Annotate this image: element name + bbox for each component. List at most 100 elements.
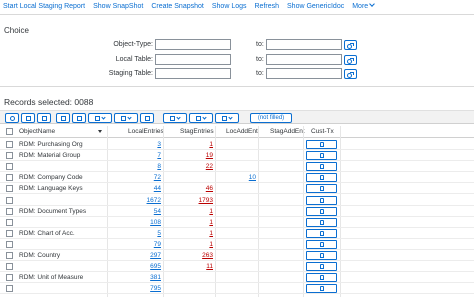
- local-entries-link[interactable]: 44: [108, 183, 161, 194]
- stag-entries-link[interactable]: 22: [164, 161, 213, 172]
- loc-add-ent-link[interactable]: [216, 250, 256, 261]
- object-type-from-input[interactable]: [155, 39, 231, 50]
- row-checkbox[interactable]: [6, 174, 13, 182]
- local-entries-link[interactable]: 381: [108, 272, 161, 283]
- column-header-stagentries[interactable]: StagEntries: [180, 126, 214, 138]
- cust-tx-button[interactable]: [306, 284, 337, 294]
- row-checkbox[interactable]: [6, 274, 13, 282]
- row-checkbox[interactable]: [6, 252, 13, 259]
- cust-tx-button[interactable]: [306, 262, 337, 272]
- select-all-button[interactable]: [21, 113, 35, 123]
- local-entries-link[interactable]: 79: [108, 239, 161, 250]
- row-checkbox[interactable]: [6, 218, 13, 226]
- stag-entries-link[interactable]: 46: [164, 183, 213, 194]
- stag-entries-link[interactable]: 1: [164, 206, 213, 217]
- print-button[interactable]: [163, 113, 187, 123]
- row-checkbox[interactable]: [6, 285, 13, 293]
- table-row[interactable]: RDM: Country 297 263: [0, 250, 474, 261]
- local-entries-link[interactable]: 1672: [108, 195, 161, 206]
- row-checkbox[interactable]: [6, 141, 13, 148]
- sort-descending-button[interactable]: [72, 113, 86, 123]
- select-all-rows-checkbox[interactable]: [6, 128, 13, 135]
- loc-add-ent-link[interactable]: [216, 195, 256, 206]
- table-row[interactable]: 108 1: [0, 217, 474, 228]
- object-type-multiple-selection-button[interactable]: [344, 40, 357, 50]
- stag-entries-link[interactable]: 1: [164, 228, 213, 239]
- local-entries-link[interactable]: 54: [108, 206, 161, 217]
- row-checkbox[interactable]: [6, 196, 13, 204]
- cust-tx-button[interactable]: [306, 184, 337, 194]
- local-entries-link[interactable]: 695: [108, 261, 161, 272]
- table-row[interactable]: 79 1: [0, 239, 474, 250]
- more-menu-button[interactable]: More: [352, 0, 376, 10]
- local-entries-link[interactable]: 108: [108, 217, 161, 228]
- table-row[interactable]: RDM: Purchasing Org 3 1: [0, 139, 474, 150]
- row-checkbox[interactable]: [6, 185, 13, 193]
- local-table-multiple-selection-button[interactable]: [344, 55, 357, 65]
- cust-tx-button[interactable]: [306, 217, 337, 227]
- local-entries-link[interactable]: 795: [108, 283, 161, 294]
- sort-ascending-button[interactable]: [56, 113, 70, 123]
- loc-add-ent-link[interactable]: [216, 239, 256, 250]
- loc-add-ent-link[interactable]: [216, 272, 256, 283]
- layout-button[interactable]: [215, 113, 239, 123]
- cust-tx-button[interactable]: [306, 140, 337, 149]
- sum-button[interactable]: [114, 113, 138, 123]
- table-row[interactable]: RDM: Chart of Acc. 5 1: [0, 228, 474, 239]
- filter-button[interactable]: [88, 113, 112, 123]
- local-entries-link[interactable]: 5: [108, 228, 161, 239]
- table-row[interactable]: RDM: Language Keys 44 46: [0, 183, 474, 195]
- local-entries-link[interactable]: 297: [108, 250, 161, 261]
- local-entries-link[interactable]: 7: [108, 150, 161, 161]
- object-type-to-input[interactable]: [266, 39, 342, 50]
- row-checkbox[interactable]: [6, 163, 13, 171]
- staging-table-multiple-selection-button[interactable]: [344, 69, 357, 79]
- cust-tx-button[interactable]: [306, 273, 337, 283]
- loc-add-ent-link[interactable]: [216, 228, 256, 239]
- stag-entries-link[interactable]: 263: [164, 250, 213, 261]
- cust-tx-button[interactable]: [306, 195, 337, 205]
- stag-entries-link[interactable]: 11: [164, 261, 213, 272]
- local-entries-link[interactable]: 8: [108, 161, 161, 172]
- table-row[interactable]: RDM: Unit of Measure 381: [0, 272, 474, 284]
- loc-add-ent-link[interactable]: [216, 150, 256, 161]
- stag-entries-link[interactable]: 1: [164, 139, 213, 150]
- row-checkbox[interactable]: [6, 263, 13, 271]
- cust-tx-button[interactable]: [306, 173, 337, 183]
- details-button[interactable]: [5, 113, 19, 123]
- row-checkbox[interactable]: [6, 152, 13, 160]
- loc-add-ent-link[interactable]: [216, 206, 256, 217]
- loc-add-ent-link[interactable]: [216, 183, 256, 194]
- subtotals-button[interactable]: [140, 113, 154, 123]
- table-row[interactable]: RDM: Document Types 54 1: [0, 206, 474, 217]
- cust-tx-button[interactable]: [306, 251, 337, 260]
- cust-tx-button[interactable]: [306, 162, 337, 172]
- refresh-button[interactable]: Refresh: [255, 3, 280, 10]
- cust-tx-button[interactable]: [306, 228, 337, 238]
- filter-state-button[interactable]: (not filled): [250, 113, 292, 123]
- loc-add-ent-link[interactable]: [216, 161, 256, 172]
- create-snapshot-button[interactable]: Create Snapshot: [151, 3, 204, 10]
- column-header-stagaddent[interactable]: StagAddEnt: [270, 126, 305, 138]
- row-checkbox[interactable]: [6, 207, 13, 215]
- local-table-to-input[interactable]: [266, 54, 342, 65]
- table-row[interactable]: 1672 1793: [0, 195, 474, 206]
- loc-add-ent-link[interactable]: [216, 261, 256, 272]
- start-local-staging-report-button[interactable]: Start Local Staging Report: [3, 3, 85, 10]
- local-table-from-input[interactable]: [155, 54, 231, 65]
- table-row[interactable]: RDM: Material Group 7 19: [0, 150, 474, 162]
- stag-entries-link[interactable]: [164, 283, 213, 294]
- table-row[interactable]: 795: [0, 283, 474, 295]
- loc-add-ent-link[interactable]: [216, 139, 256, 150]
- stag-entries-link[interactable]: 1: [164, 217, 213, 228]
- stag-entries-link[interactable]: [164, 172, 213, 183]
- local-entries-link[interactable]: 72: [108, 172, 161, 183]
- column-header-localentries[interactable]: LocalEntries: [128, 126, 164, 138]
- row-checkbox[interactable]: [6, 240, 13, 248]
- column-header-objectname[interactable]: ObjectName: [19, 126, 55, 138]
- cust-tx-button[interactable]: [306, 151, 337, 161]
- table-row[interactable]: RDM: Company Code 72 10: [0, 172, 474, 184]
- stag-entries-link[interactable]: [164, 272, 213, 283]
- column-header-cust-tx[interactable]: Cust-Tx: [311, 126, 334, 138]
- local-entries-link[interactable]: 3: [108, 139, 161, 150]
